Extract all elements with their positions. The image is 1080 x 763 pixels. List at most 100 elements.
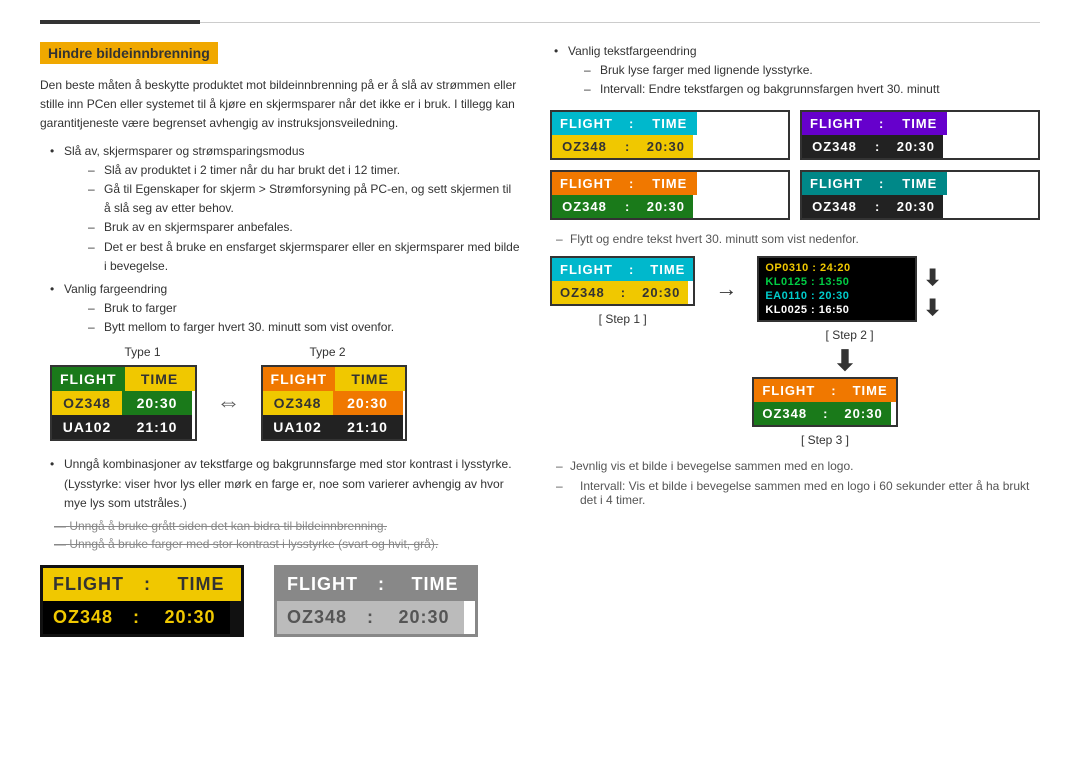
top-border-light	[200, 22, 1040, 23]
right-dash-1-2: Intervall: Endre tekstfargen og bakgrunn…	[584, 80, 1040, 99]
dash-item-1-1: Slå av produktet i 2 timer når du har br…	[88, 161, 520, 180]
bullet-item-1: Slå av, skjermsparer og strømsparingsmod…	[50, 142, 520, 276]
s1-r2-c2: 20:30	[634, 281, 688, 304]
bbr-row1: FLIGHT : TIME	[277, 568, 475, 601]
type-labels: Type 1 Type 2	[40, 345, 520, 359]
fbl-row1: FLIGHT : TIME	[552, 172, 788, 195]
avoid-bullet-1: Unngå kombinasjoner av tekstfarge og bak…	[50, 455, 520, 513]
type1-label: Type 1	[50, 345, 235, 359]
s3-row2: OZ348 : 20:30	[754, 402, 895, 425]
bottom-board-left: FLIGHT : TIME OZ348 : 20:30	[40, 565, 244, 637]
step2-arrows: ⬇ ⬇	[923, 265, 941, 321]
ftl-row1: FLIGHT : TIME	[552, 112, 788, 135]
t2-r3-c2: 21:10	[333, 415, 403, 439]
bbl-r1-c2: TIME	[161, 568, 241, 601]
bottom-dash-1: Jevnlig vis et bilde i bevegelse sammen …	[550, 459, 1040, 473]
step2-scroll-board: OP0310 : 24:20 KL0125 : 13:50 EA0110 : 2…	[757, 256, 917, 322]
scroll-row-3: EA0110 : 20:30	[765, 289, 909, 303]
bullet-item-2: Vanlig fargeendring Bruk to farger Bytt …	[50, 280, 520, 338]
board-type1-row2: OZ348 20:30	[52, 391, 195, 415]
board-type1-row1: FLIGHT TIME	[52, 367, 195, 391]
t2-r3-c1: UA102	[263, 415, 333, 439]
fbr-row2: OZ348 : 20:30	[802, 195, 1038, 218]
ftl-row2: OZ348 : 20:30	[552, 135, 788, 158]
step1-to-step2-arrow: →	[715, 276, 737, 302]
top-border-dark	[40, 20, 200, 24]
ftl-r2-c2: 20:30	[638, 135, 693, 158]
bbr-r2-sep: :	[357, 601, 384, 634]
s3-row1: FLIGHT : TIME	[754, 379, 895, 402]
grid-board-bl: FLIGHT : TIME OZ348 : 20:30	[550, 170, 790, 220]
bbr-r1-c1: FLIGHT	[277, 568, 368, 601]
down-arrow-1: ⬇	[923, 265, 941, 291]
step3-container: ⬇ FLIGHT : TIME OZ348 : 20:30 [ Step 3 ]	[550, 344, 1040, 447]
page-layout: Hindre bildeinnbrenning Den beste måten …	[40, 42, 1040, 637]
step3-board: FLIGHT : TIME OZ348 : 20:30	[752, 377, 897, 427]
fbr-r1-sep: :	[871, 172, 892, 195]
right-bullet-1: Vanlig tekstfargeendring Bruk lyse farge…	[554, 42, 1040, 100]
down-arrow-2: ⬇	[923, 295, 941, 321]
grid-board-tl: FLIGHT : TIME OZ348 : 20:30	[550, 110, 790, 160]
fbl-r1-sep: :	[621, 172, 642, 195]
bottom-board-right: FLIGHT : TIME OZ348 : 20:30	[274, 565, 478, 637]
step1-board: FLIGHT : TIME OZ348 : 20:30	[550, 256, 695, 306]
dash-item-1-2: Gå til Egenskaper for skjerm > Strømfors…	[88, 180, 520, 218]
bullet-item-1-main: Slå av, skjermsparer og strømsparingsmod…	[64, 144, 305, 158]
s1-r1-sep: :	[621, 258, 642, 281]
s3-r1-c2: TIME	[845, 379, 896, 402]
ftr-row1: FLIGHT : TIME	[802, 112, 1038, 135]
right-column: Vanlig tekstfargeendring Bruk lyse farge…	[550, 42, 1040, 637]
board-type2-row2: OZ348 20:30	[263, 391, 406, 415]
s3-r2-c1: OZ348	[754, 402, 815, 425]
grid-board-br: FLIGHT : TIME OZ348 : 20:30	[800, 170, 1040, 220]
s3-r2-c2: 20:30	[836, 402, 890, 425]
scroll-row-1: OP0310 : 24:20	[765, 261, 909, 275]
ftr-row2: OZ348 : 20:30	[802, 135, 1038, 158]
dash-item-2-2: Bytt mellom to farger hvert 30. minutt s…	[88, 318, 520, 337]
top-border	[40, 20, 1040, 24]
steps-section: FLIGHT : TIME OZ348 : 20:30 [ Step 1 ] →	[550, 256, 1040, 342]
s1-r1-c1: FLIGHT	[552, 258, 621, 281]
flight-board-bl: FLIGHT : TIME OZ348 : 20:30	[550, 170, 790, 220]
bottom-notes: Jevnlig vis et bilde i bevegelse sammen …	[550, 459, 1040, 507]
t1-r2-c1: OZ348	[52, 391, 122, 415]
ftl-r1-c2: TIME	[642, 112, 697, 135]
fbr-r2-c2: 20:30	[888, 195, 943, 218]
bbr-r1-c2: TIME	[395, 568, 475, 601]
t2-r2-c1: OZ348	[263, 391, 333, 415]
step2-box: OP0310 : 24:20 KL0125 : 13:50 EA0110 : 2…	[757, 256, 941, 342]
step3-down-arrow: ⬇	[833, 344, 856, 377]
dash-list-1: Slå av produktet i 2 timer når du har br…	[64, 161, 520, 276]
board-type1: FLIGHT TIME OZ348 20:30 UA102 21:10	[50, 365, 197, 441]
bbr-row2: OZ348 : 20:30	[277, 601, 475, 634]
strikethrough-2: — Unngå å bruke farger med stor kontrast…	[40, 537, 520, 551]
ftl-r2-c1: OZ348	[552, 135, 617, 158]
fbl-row2: OZ348 : 20:30	[552, 195, 788, 218]
fbr-r2-sep: :	[867, 195, 888, 218]
bbl-r1-sep: :	[134, 568, 161, 601]
s1-row1: FLIGHT : TIME	[552, 258, 693, 281]
ftr-r2-c1: OZ348	[802, 135, 867, 158]
flight-board-tl: FLIGHT : TIME OZ348 : 20:30	[550, 110, 790, 160]
s1-r2-c1: OZ348	[552, 281, 613, 304]
t1-r1-c1: FLIGHT	[52, 367, 125, 391]
bottom-boards: FLIGHT : TIME OZ348 : 20:30 FLIGHT : TIM…	[40, 565, 520, 637]
fbr-r1-c1: FLIGHT	[802, 172, 871, 195]
section-title: Hindre bildeinnbrenning	[40, 42, 218, 64]
type-boards: FLIGHT TIME OZ348 20:30 UA102 21:10 ⇔ FL…	[40, 365, 520, 441]
fbl-r2-sep: :	[617, 195, 638, 218]
s3-r1-c1: FLIGHT	[754, 379, 823, 402]
step3-label: [ Step 3 ]	[752, 433, 897, 447]
board-type2: FLIGHT TIME OZ348 20:30 UA102 21:10	[261, 365, 408, 441]
scroll-row-2: KL0125 : 13:50	[765, 275, 909, 289]
s3-r2-sep: :	[815, 402, 836, 425]
t2-r2-c2: 20:30	[333, 391, 403, 415]
ftr-r1-sep: :	[871, 112, 892, 135]
t1-r1-c2: TIME	[125, 367, 195, 391]
fbl-r1-c2: TIME	[642, 172, 697, 195]
bbl-row2: OZ348 : 20:30	[43, 601, 241, 634]
dash-item-1-4: Det er best å bruke en ensfarget skjerms…	[88, 238, 520, 276]
strikethrough-1: — Unngå å bruke grått siden det kan bidr…	[40, 519, 520, 533]
ftl-r1-sep: :	[621, 112, 642, 135]
type2-label: Type 2	[235, 345, 420, 359]
